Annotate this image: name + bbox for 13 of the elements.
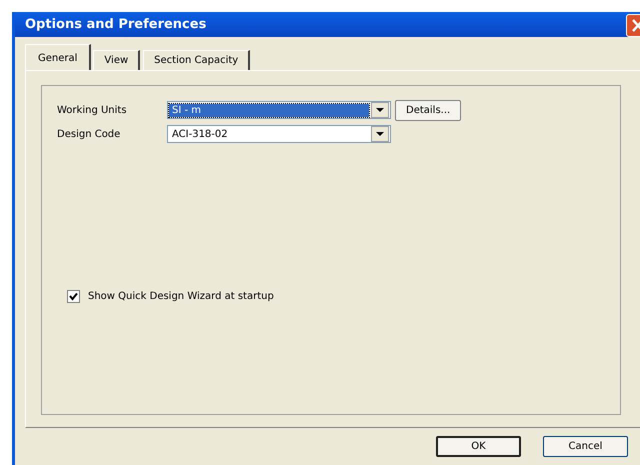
ok-button[interactable]: OK: [436, 436, 521, 457]
cancel-button[interactable]: Cancel: [543, 436, 628, 457]
checkbox[interactable]: [67, 290, 80, 303]
dropdown-field[interactable]: ACI-318-02: [167, 125, 391, 143]
tab[interactable]: Section Capacity: [143, 50, 250, 70]
dropdown-field[interactable]: SI - m: [167, 101, 391, 119]
details-button[interactable]: Details...: [395, 100, 462, 120]
checkbox-label[interactable]: Show Quick Design Wizard at startup: [88, 291, 274, 302]
field-label: Working Units: [57, 104, 128, 116]
tab[interactable]: View: [93, 50, 140, 70]
window-title: Options and Preferences: [25, 17, 206, 32]
field-label: Design Code: [57, 128, 122, 140]
tab[interactable]: General: [25, 44, 92, 70]
